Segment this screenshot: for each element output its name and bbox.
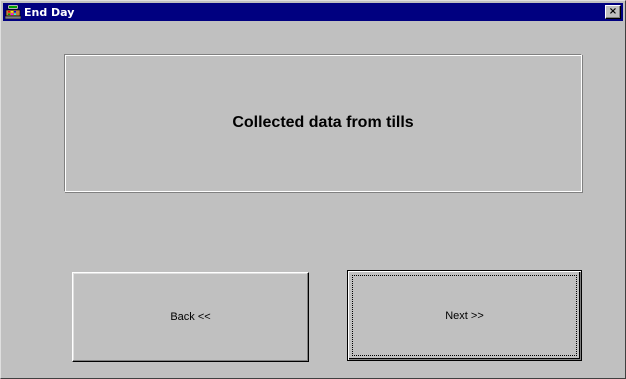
back-button-label: Back << <box>170 311 211 323</box>
title-bar[interactable]: End Day × <box>3 3 623 21</box>
end-day-window: End Day × Collected data from tills Back… <box>0 0 626 379</box>
next-button-label: Next >> <box>445 309 484 322</box>
status-message: Collected data from tills <box>232 114 414 131</box>
message-panel: Collected data from tills <box>64 54 582 192</box>
close-icon: × <box>608 6 618 17</box>
next-button[interactable]: Next >> <box>347 270 582 361</box>
close-button[interactable]: × <box>605 5 621 19</box>
window-title: End Day <box>24 5 75 19</box>
cash-register-icon <box>4 4 22 20</box>
back-button[interactable]: Back << <box>72 272 309 362</box>
